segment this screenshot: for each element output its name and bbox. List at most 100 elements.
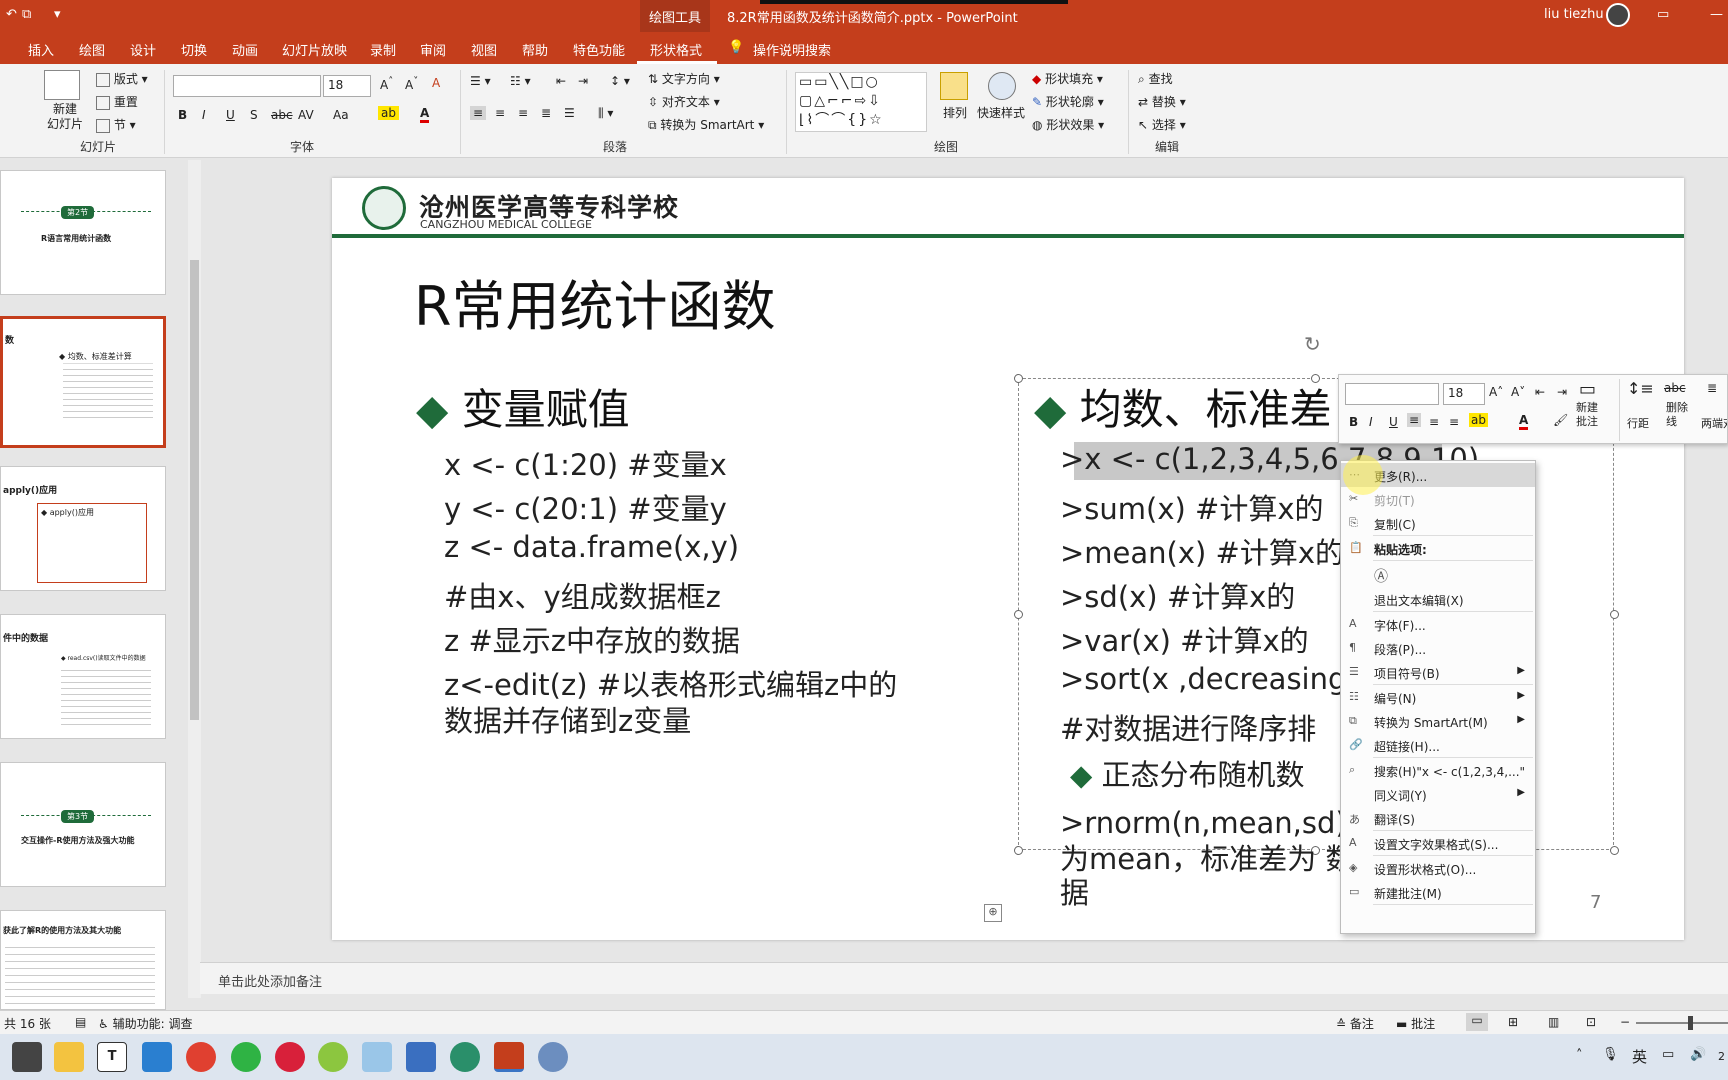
accessibility-status[interactable]: ♿ 辅助功能: 调查 — [98, 1015, 192, 1032]
undo-icon[interactable]: ↶ — [6, 7, 17, 22]
minimize-icon[interactable]: — — [1710, 7, 1723, 22]
tab-record[interactable]: 录制 — [370, 40, 396, 59]
strikethrough-icon[interactable]: abc — [1664, 381, 1686, 395]
context-menu-item[interactable]: 同义词(Y) ▶ — [1341, 782, 1535, 806]
font-name-combo[interactable] — [173, 75, 321, 97]
increase-indent-icon[interactable]: ⇥ — [578, 74, 588, 88]
notes-pane[interactable]: 单击此处添加备注 — [200, 962, 1728, 994]
decrease-indent-icon[interactable]: ⇤ — [556, 74, 566, 88]
justify-button[interactable]: 两端对 — [1701, 415, 1727, 431]
typora-icon[interactable]: T — [97, 1042, 127, 1072]
spellcheck-icon[interactable]: ▤ — [75, 1015, 86, 1029]
resize-handle[interactable] — [1610, 846, 1619, 855]
user-name[interactable]: liu tiezhu — [1544, 7, 1604, 22]
presenter-icon[interactable]: ⧉ — [22, 7, 31, 22]
new-slide-icon[interactable] — [44, 70, 80, 100]
mini-font-name[interactable] — [1345, 383, 1439, 405]
context-menu-item[interactable]: ▭ 新建批注(M) — [1341, 880, 1535, 904]
sub-heading[interactable]: ◆ 正态分布随机数 — [1070, 752, 1305, 794]
grow-font-icon[interactable]: A˄ — [380, 76, 393, 92]
code-line[interactable]: 为mean，标准差为 数 — [1060, 836, 1354, 878]
code-line[interactable]: z <- data.frame(x,y) — [444, 530, 739, 564]
powerpoint-icon[interactable] — [494, 1042, 524, 1072]
align-left-icon[interactable]: ≡ — [1407, 413, 1422, 427]
network-app-icon[interactable] — [406, 1042, 436, 1072]
align-center-icon[interactable]: ≡ — [495, 106, 505, 120]
wechat-icon[interactable] — [231, 1042, 261, 1072]
context-menu-item[interactable]: 退出文本编辑(X) — [1341, 587, 1535, 611]
task-view-icon[interactable] — [12, 1042, 42, 1072]
screen-recorder-icon[interactable] — [450, 1042, 480, 1072]
feedback-icon[interactable] — [538, 1042, 568, 1072]
highlight-icon[interactable]: ab — [1469, 413, 1488, 427]
shapes-gallery[interactable]: ▭▭╲╲□○ ▢△⌐⌐⇨⇩ ⌊⌇⌒⌒{}☆ — [795, 72, 927, 132]
shape-effects-button[interactable]: ◍ 形状效果 ▾ — [1032, 116, 1104, 133]
arrange-button[interactable]: 排列 — [943, 104, 967, 121]
zoom-slider-thumb[interactable] — [1688, 1016, 1693, 1030]
tab-design[interactable]: 设计 — [130, 40, 156, 59]
highlight-icon[interactable]: ab — [378, 106, 399, 120]
resize-handle[interactable] — [1014, 610, 1023, 619]
tab-slideshow[interactable]: 幻灯片放映 — [282, 40, 347, 59]
slide-thumbnail-selected[interactable]: 数 ◆ 均数、标准差计算 — [0, 316, 166, 448]
ime-indicator[interactable]: 英 — [1632, 1046, 1647, 1067]
qat-dropdown-icon[interactable]: ▾ — [54, 7, 61, 22]
zoom-out-icon[interactable]: − — [1620, 1015, 1630, 1029]
context-menu-item[interactable]: ⧉ 转换为 SmartArt(M) ▶ — [1341, 709, 1535, 733]
context-menu-item[interactable]: ¶ 段落(P)... — [1341, 636, 1535, 660]
tab-review[interactable]: 审阅 — [420, 40, 446, 59]
scrollbar-thumb[interactable] — [190, 260, 199, 720]
find-button[interactable]: ⌕ 查找 — [1138, 70, 1173, 87]
justify-icon[interactable]: ≣ — [1707, 381, 1717, 395]
code-line[interactable]: 数据并存储到z变量 — [444, 698, 691, 740]
slide-thumbnail[interactable]: 获此了解R的使用方法及其大功能 — [0, 910, 166, 1010]
code-line[interactable]: >sd(x) #计算x的 — [1060, 574, 1295, 616]
justify-icon[interactable]: ≣ — [541, 106, 551, 120]
slide-thumbnail[interactable]: 第3节 交互操作-R使用方法及强大功能 — [0, 762, 166, 887]
code-line[interactable]: y <- c(20:1) #变量y — [444, 486, 727, 528]
clock[interactable]: 2 — [1718, 1050, 1725, 1063]
code-line[interactable]: z #显示z中存放的数据 — [444, 618, 740, 660]
smartart-button[interactable]: ⧉ 转换为 SmartArt ▾ — [648, 116, 764, 133]
format-painter-icon[interactable]: 🖌 — [1553, 413, 1568, 427]
line-spacing-button[interactable]: 行距 — [1627, 415, 1649, 431]
zoom-slider[interactable] — [1636, 1022, 1728, 1024]
context-menu-item[interactable]: A 设置文字效果格式(S)... — [1341, 831, 1535, 855]
context-menu-item[interactable]: あ 翻译(S) — [1341, 806, 1535, 830]
align-right-icon[interactable]: ≡ — [1449, 415, 1459, 429]
layout-options-icon[interactable]: ⊕ — [984, 904, 1002, 922]
code-line[interactable]: 据 — [1060, 870, 1089, 912]
slide-thumbnail[interactable]: 件中的数据 ◆ read.csv()读取文件中的数据 — [0, 614, 166, 739]
right-heading[interactable]: ◆ 均数、标准差 — [1034, 376, 1332, 437]
context-menu-item[interactable]: ☰ 项目符号(B) ▶ — [1341, 660, 1535, 684]
quick-styles-icon[interactable] — [988, 72, 1016, 100]
change-case-button[interactable]: Aa — [333, 108, 349, 122]
bold-button[interactable]: B — [178, 108, 187, 122]
italic-button[interactable]: I — [202, 108, 206, 122]
tab-transitions[interactable]: 切换 — [181, 40, 207, 59]
columns-icon[interactable]: ⫼ ▾ — [598, 106, 613, 121]
quick-styles-button[interactable]: 快速样式 — [977, 104, 1025, 121]
italic-button[interactable]: I — [1369, 415, 1373, 429]
microphone-icon[interactable]: 🎙 — [1602, 1047, 1619, 1062]
code-line[interactable]: x <- c(1:20) #变量x — [444, 442, 727, 484]
context-menu-item[interactable]: ⎘ 复制(C) — [1341, 511, 1535, 535]
snipping-icon[interactable] — [362, 1042, 392, 1072]
font-size-combo[interactable]: 18 — [323, 75, 371, 97]
code-line[interactable]: #由x、y组成数据框z — [444, 574, 721, 616]
select-button[interactable]: ↖ 选择 ▾ — [1138, 116, 1186, 133]
font-color-icon[interactable]: A — [420, 106, 430, 123]
clear-format-icon[interactable]: A — [432, 76, 440, 90]
resize-handle[interactable] — [1014, 374, 1023, 383]
numbering-icon[interactable]: ☷ ▾ — [510, 74, 531, 88]
code-line[interactable]: #对数据进行降序排 — [1060, 706, 1316, 748]
align-right-icon[interactable]: ≡ — [518, 106, 528, 120]
context-menu-item[interactable]: ◈ 设置形状格式(O)... — [1341, 856, 1535, 880]
tab-help[interactable]: 帮助 — [522, 40, 548, 59]
normal-view-icon[interactable]: ▭ — [1466, 1013, 1488, 1031]
decrease-indent-icon[interactable]: ⇤ — [1535, 385, 1545, 399]
new-comment-button[interactable]: 新建 批注 — [1576, 401, 1598, 429]
chrome-icon[interactable] — [186, 1042, 216, 1072]
network-icon[interactable]: ▭ — [1662, 1047, 1674, 1062]
shape-outline-button[interactable]: ✎ 形状轮廓 ▾ — [1032, 93, 1104, 110]
